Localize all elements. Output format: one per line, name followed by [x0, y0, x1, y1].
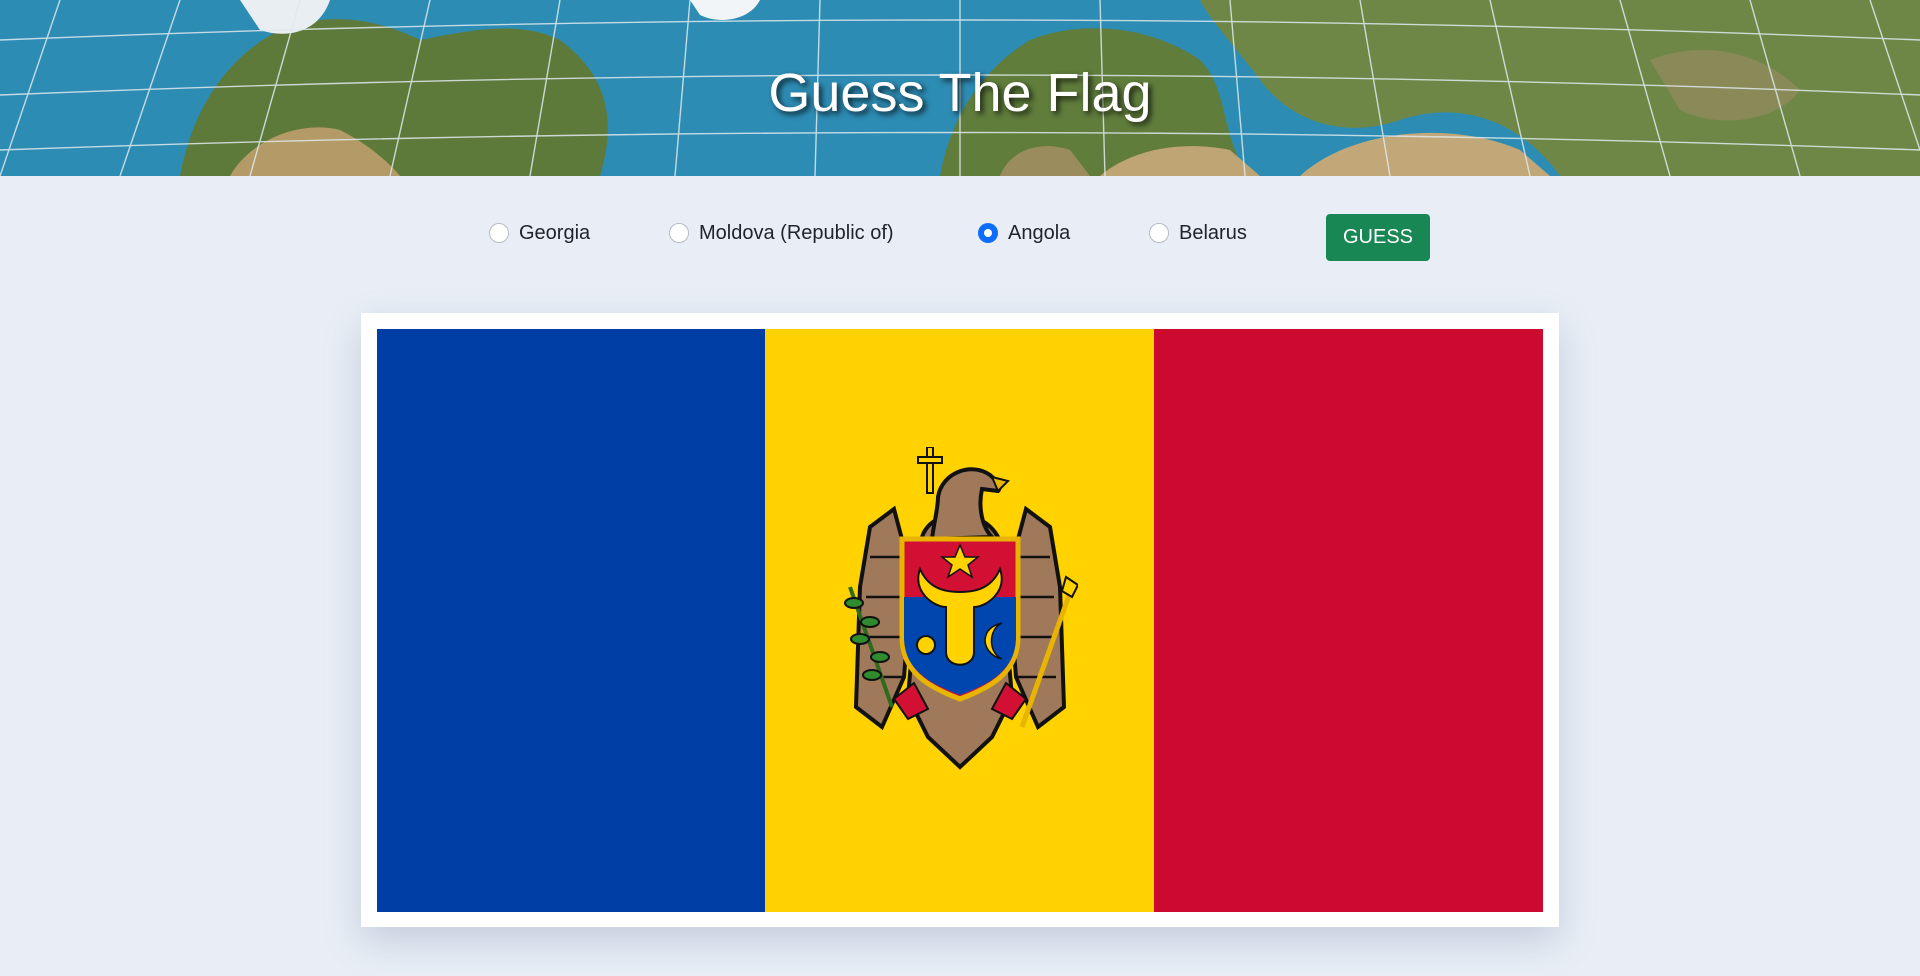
- radio-belarus[interactable]: [1149, 223, 1169, 243]
- radio-georgia[interactable]: [489, 223, 509, 243]
- option-moldova[interactable]: Moldova (Republic of): [669, 220, 894, 246]
- option-label: Moldova (Republic of): [699, 221, 894, 244]
- guess-button[interactable]: GUESS: [1326, 214, 1430, 261]
- radio-angola[interactable]: [978, 223, 998, 243]
- answer-options: Georgia Moldova (Republic of) Angola Bel…: [0, 210, 1920, 274]
- option-belarus[interactable]: Belarus: [1149, 220, 1247, 246]
- radio-moldova[interactable]: [669, 223, 689, 243]
- option-angola[interactable]: Angola: [978, 220, 1070, 246]
- page-header: Guess The Flag: [0, 0, 1920, 176]
- option-label: Belarus: [1179, 221, 1247, 244]
- page-title: Guess The Flag: [768, 63, 1152, 123]
- flag-card: [361, 313, 1559, 927]
- flag-stripe-yellow: [765, 329, 1154, 912]
- option-georgia[interactable]: Georgia: [489, 220, 590, 246]
- coat-of-arms-emblem: [844, 447, 1078, 770]
- flag-stripe-red: [1154, 329, 1543, 912]
- flag-stripe-blue: [377, 329, 765, 912]
- option-label: Georgia: [519, 221, 591, 244]
- option-label: Angola: [1008, 221, 1071, 244]
- flag-image: [377, 329, 1543, 912]
